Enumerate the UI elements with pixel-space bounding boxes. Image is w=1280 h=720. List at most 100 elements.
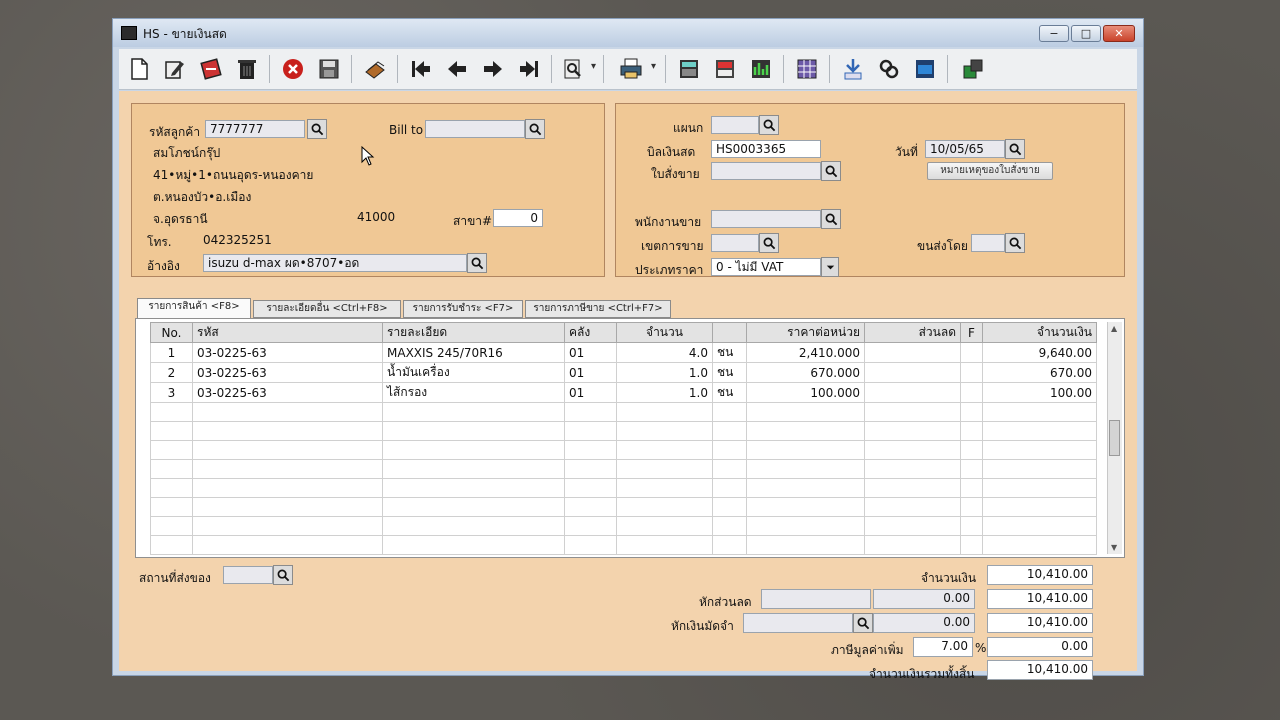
empty-cell[interactable] — [150, 421, 193, 441]
empty-cell[interactable] — [864, 440, 961, 460]
cell-description[interactable]: MAXXIS 245/70R16 — [382, 342, 565, 363]
empty-cell[interactable] — [982, 497, 1097, 517]
empty-cell[interactable] — [564, 459, 617, 479]
empty-cell[interactable] — [960, 497, 983, 517]
billto-field[interactable] — [425, 120, 525, 138]
shipping-search-icon[interactable] — [1005, 233, 1025, 253]
empty-cell[interactable] — [382, 516, 565, 536]
report-icon[interactable] — [711, 55, 739, 83]
empty-cell[interactable] — [192, 459, 383, 479]
header-no[interactable]: No. — [150, 322, 193, 343]
cell-discount[interactable] — [864, 362, 961, 383]
empty-cell[interactable] — [982, 421, 1097, 441]
first-icon[interactable] — [407, 55, 435, 83]
cell-warehouse[interactable]: 01 — [564, 362, 617, 383]
customer-code-field[interactable]: 7777777 — [205, 120, 305, 138]
header-quantity[interactable]: จำนวน — [616, 322, 713, 343]
calculator-icon[interactable] — [675, 55, 703, 83]
ok-icon[interactable] — [911, 55, 939, 83]
table-row[interactable]: 1 03-0225-63 MAXXIS 245/70R16 01 4.0 ชน 2,410.… — [150, 342, 1097, 363]
empty-cell[interactable] — [564, 421, 617, 441]
cell-quantity[interactable]: 4.0 — [616, 342, 713, 363]
after-discount-field[interactable]: 10,410.00 — [987, 589, 1093, 609]
empty-cell[interactable] — [712, 440, 747, 460]
empty-cell[interactable] — [982, 402, 1097, 422]
empty-cell[interactable] — [746, 459, 865, 479]
header-code[interactable]: รหัส — [192, 322, 383, 343]
empty-cell[interactable] — [960, 402, 983, 422]
empty-cell[interactable] — [616, 402, 713, 422]
cell-unit[interactable]: ชน — [712, 382, 747, 403]
cell-unit-price[interactable]: 2,410.000 — [746, 342, 865, 363]
cell-code[interactable]: 03-0225-63 — [192, 362, 383, 383]
empty-cell[interactable] — [564, 516, 617, 536]
empty-cell[interactable] — [150, 516, 193, 536]
empty-cell[interactable] — [192, 516, 383, 536]
empty-cell[interactable] — [982, 516, 1097, 536]
date-field[interactable]: 10/05/65 — [925, 140, 1005, 158]
empty-cell[interactable] — [746, 421, 865, 441]
save-icon[interactable] — [315, 55, 343, 83]
print-dropdown[interactable]: ▾ — [651, 61, 656, 72]
date-search-icon[interactable] — [1005, 139, 1025, 159]
empty-cell[interactable] — [382, 421, 565, 441]
department-search-icon[interactable] — [759, 115, 779, 135]
empty-cell[interactable] — [150, 497, 193, 517]
empty-table-row[interactable] — [150, 516, 1097, 536]
export-icon[interactable] — [959, 55, 987, 83]
empty-cell[interactable] — [982, 535, 1097, 555]
prev-icon[interactable] — [443, 55, 471, 83]
empty-cell[interactable] — [712, 459, 747, 479]
empty-table-row[interactable] — [150, 440, 1097, 460]
cell-description[interactable]: น้ำมันเครื่อง — [382, 362, 565, 383]
tab-other-details[interactable]: รายละเอียดอื่น <Ctrl+F8> — [253, 300, 401, 318]
department-field[interactable] — [711, 116, 759, 134]
empty-cell[interactable] — [960, 421, 983, 441]
empty-cell[interactable] — [712, 478, 747, 498]
reference-search-icon[interactable] — [467, 253, 487, 273]
empty-cell[interactable] — [564, 535, 617, 555]
empty-cell[interactable] — [746, 440, 865, 460]
copy-icon[interactable] — [197, 55, 225, 83]
minimize-button[interactable]: − — [1039, 25, 1069, 42]
cancel-icon[interactable] — [279, 55, 307, 83]
header-unit-price[interactable]: ราคาต่อหน่วย — [746, 322, 865, 343]
salesperson-search-icon[interactable] — [821, 209, 841, 229]
reference-field[interactable]: isuzu d-max ผด•8707•อด — [203, 254, 467, 272]
empty-cell[interactable] — [616, 497, 713, 517]
tab-payments[interactable]: รายการรับชำระ <F7> — [403, 300, 523, 318]
empty-cell[interactable] — [150, 478, 193, 498]
scroll-down-icon[interactable]: ▼ — [1111, 543, 1117, 552]
cell-no[interactable]: 1 — [150, 342, 193, 363]
sales-order-search-icon[interactable] — [821, 161, 841, 181]
empty-table-row[interactable] — [150, 535, 1097, 555]
empty-cell[interactable] — [864, 421, 961, 441]
print-icon[interactable] — [617, 55, 645, 83]
salesperson-field[interactable] — [711, 210, 821, 228]
cell-f[interactable] — [960, 362, 983, 383]
chain-icon[interactable] — [875, 55, 903, 83]
cell-description[interactable]: ไส้กรอง — [382, 382, 565, 403]
sales-area-search-icon[interactable] — [759, 233, 779, 253]
cell-unit[interactable]: ชน — [712, 342, 747, 363]
header-f[interactable]: F — [960, 322, 983, 343]
link-icon[interactable] — [839, 55, 867, 83]
empty-cell[interactable] — [616, 440, 713, 460]
amount-field[interactable]: 10,410.00 — [987, 565, 1093, 585]
empty-cell[interactable] — [564, 402, 617, 422]
empty-cell[interactable] — [864, 535, 961, 555]
cell-code[interactable]: 03-0225-63 — [192, 382, 383, 403]
empty-cell[interactable] — [712, 497, 747, 517]
empty-cell[interactable] — [864, 497, 961, 517]
find-dropdown[interactable]: ▾ — [591, 61, 596, 72]
deposit-code-field[interactable] — [743, 613, 853, 633]
empty-cell[interactable] — [564, 497, 617, 517]
empty-cell[interactable] — [382, 478, 565, 498]
empty-cell[interactable] — [616, 535, 713, 555]
empty-cell[interactable] — [712, 516, 747, 536]
grid-icon[interactable] — [793, 55, 821, 83]
empty-cell[interactable] — [382, 535, 565, 555]
empty-cell[interactable] — [712, 402, 747, 422]
empty-cell[interactable] — [746, 535, 865, 555]
empty-cell[interactable] — [960, 516, 983, 536]
